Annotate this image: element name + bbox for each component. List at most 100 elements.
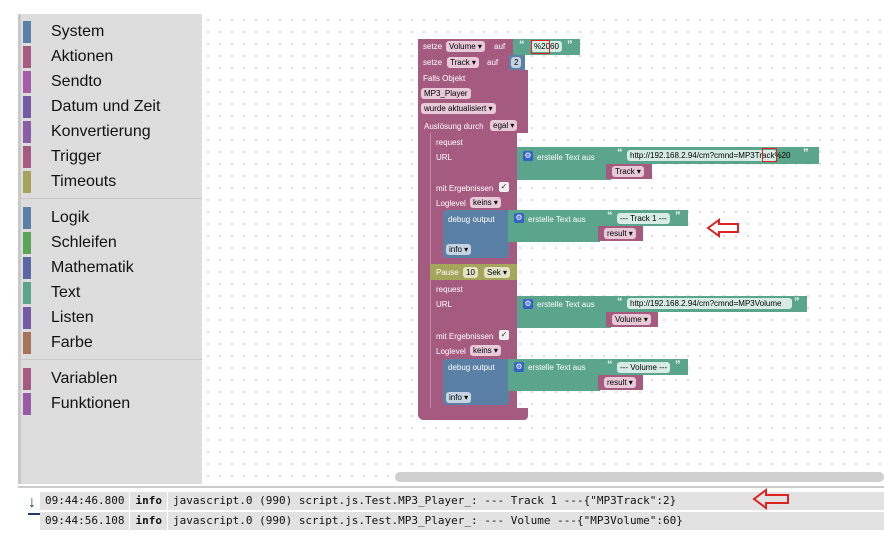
red-arrow-annotation	[706, 218, 739, 238]
category-label: Logik	[51, 209, 90, 226]
event-value: wurde aktualisiert	[424, 104, 487, 113]
object-id-field[interactable]: MP3_Player	[421, 88, 471, 99]
category-label: Sendto	[51, 73, 102, 90]
number-field[interactable]: 2	[511, 57, 522, 68]
setze-label: setze	[423, 58, 443, 67]
open-quote-icon: “	[617, 296, 623, 308]
category-color-swatch	[23, 232, 31, 254]
request-label: request	[436, 138, 463, 147]
scroll-down-icon[interactable]: ↓	[28, 494, 36, 512]
category-text[interactable]: Text	[23, 282, 80, 304]
open-quote-icon: “	[519, 39, 525, 51]
text-join-block-body	[517, 164, 611, 180]
variable-dropdown[interactable]: Volume ▾	[446, 41, 485, 52]
category-label: Datum und Zeit	[51, 98, 161, 115]
ausloesung-label: Auslösung durch	[424, 122, 484, 131]
variable-dropdown[interactable]: result ▾	[604, 228, 636, 239]
ausloesung-dropdown[interactable]: egal ▾	[490, 120, 518, 131]
log-message: javascript.0 (990) script.js.Test.MP3_Pl…	[172, 494, 677, 507]
annotation-box	[762, 148, 777, 162]
checkbox-checked[interactable]: ✓	[499, 182, 509, 192]
annotation-box	[531, 40, 550, 54]
red-arrow-annotation	[752, 488, 789, 510]
debug-output-label: debug output	[448, 215, 495, 224]
text-field[interactable]: --- Track 1 ---	[617, 213, 670, 224]
category-label: Mathematik	[51, 259, 134, 276]
close-quote-icon: ”	[567, 39, 573, 51]
category-color-swatch	[23, 96, 31, 118]
category-label: Schleifen	[51, 234, 117, 251]
gear-icon[interactable]: ⚙	[523, 151, 533, 161]
category-label: Text	[51, 284, 81, 301]
gear-icon[interactable]: ⚙	[514, 362, 524, 372]
category-listen[interactable]: Listen	[23, 307, 94, 329]
join-label: erstelle Text aus	[537, 300, 595, 309]
category-separator	[21, 359, 203, 360]
loglevel-value: keins	[473, 198, 492, 207]
close-quote-icon: ”	[675, 210, 681, 222]
level-value: info	[449, 393, 462, 402]
category-sendto[interactable]: Sendto	[23, 71, 102, 93]
open-quote-icon: “	[607, 210, 613, 222]
category-aktionen[interactable]: Aktionen	[23, 46, 113, 68]
log-level: info	[130, 512, 168, 530]
loglevel-label: Loglevel	[436, 199, 466, 208]
category-mathematik[interactable]: Mathematik	[23, 257, 134, 279]
category-color-swatch	[23, 171, 31, 193]
close-quote-icon: ”	[794, 296, 800, 308]
url-label: URL	[436, 153, 453, 162]
loglevel-label: Loglevel	[436, 347, 466, 356]
level-dropdown[interactable]: info ▾	[446, 392, 472, 403]
url-text-field[interactable]: http://192.168.2.94/cm?cmnd=MP3Track%20	[627, 150, 790, 161]
category-logik[interactable]: Logik	[23, 207, 89, 229]
ausloesung-value: egal	[493, 121, 509, 130]
variable-dropdown[interactable]: Track ▾	[447, 57, 479, 68]
loglevel-value: keins	[473, 346, 492, 355]
open-quote-icon: “	[617, 147, 623, 159]
level-dropdown[interactable]: info ▾	[446, 244, 472, 255]
log-level: info	[130, 492, 168, 510]
loglevel-dropdown[interactable]: keins ▾	[470, 345, 501, 356]
blockly-workspace[interactable]	[202, 14, 884, 484]
category-color-swatch	[23, 332, 31, 354]
unit-dropdown[interactable]: Sek ▾	[484, 267, 511, 278]
category-datum-und-zeit[interactable]: Datum und Zeit	[23, 96, 160, 118]
category-timeouts[interactable]: Timeouts	[23, 171, 116, 193]
category-label: System	[51, 23, 105, 40]
checkbox-checked[interactable]: ✓	[499, 330, 509, 340]
loglevel-dropdown[interactable]: keins ▾	[470, 197, 501, 208]
variable-dropdown[interactable]: result ▾	[604, 377, 636, 388]
category-label: Timeouts	[51, 173, 117, 190]
setze-label: setze	[423, 42, 443, 51]
category-label: Aktionen	[51, 48, 114, 65]
horizontal-scrollbar[interactable]	[395, 472, 884, 482]
text-join-block-body	[508, 375, 600, 391]
gear-icon[interactable]: ⚙	[523, 299, 533, 309]
variable-dropdown[interactable]: Track ▾	[612, 166, 644, 177]
debug-output-label: debug output	[448, 363, 495, 372]
category-system[interactable]: System	[23, 21, 104, 43]
join-label: erstelle Text aus	[528, 363, 586, 372]
close-quote-icon: ”	[803, 147, 809, 159]
falls-objekt-label: Falls Objekt	[423, 74, 466, 83]
log-message: javascript.0 (990) script.js.Test.MP3_Pl…	[172, 514, 683, 527]
category-schleifen[interactable]: Schleifen	[23, 232, 117, 254]
category-color-swatch	[23, 46, 31, 68]
category-funktionen[interactable]: Funktionen	[23, 393, 130, 415]
text-field[interactable]: --- Volume ---	[617, 362, 671, 373]
close-quote-icon: ”	[675, 359, 681, 371]
gear-icon[interactable]: ⚙	[514, 213, 524, 223]
category-color-swatch	[23, 207, 31, 229]
category-konvertierung[interactable]: Konvertierung	[23, 121, 151, 143]
url-text-field[interactable]: http://192.168.2.94/cm?cmnd=MP3Volume	[627, 298, 792, 309]
category-trigger[interactable]: Trigger	[23, 146, 101, 168]
level-value: info	[449, 245, 462, 254]
category-farbe[interactable]: Farbe	[23, 332, 93, 354]
event-dropdown[interactable]: wurde aktualisiert ▾	[421, 103, 496, 114]
log-time: 09:44:56.108	[40, 512, 131, 530]
pause-value-field[interactable]: 10	[463, 267, 478, 278]
category-color-swatch	[23, 121, 31, 143]
variable-dropdown[interactable]: Volume ▾	[612, 314, 651, 325]
var-name: result	[607, 229, 627, 238]
category-variablen[interactable]: Variablen	[23, 368, 117, 390]
